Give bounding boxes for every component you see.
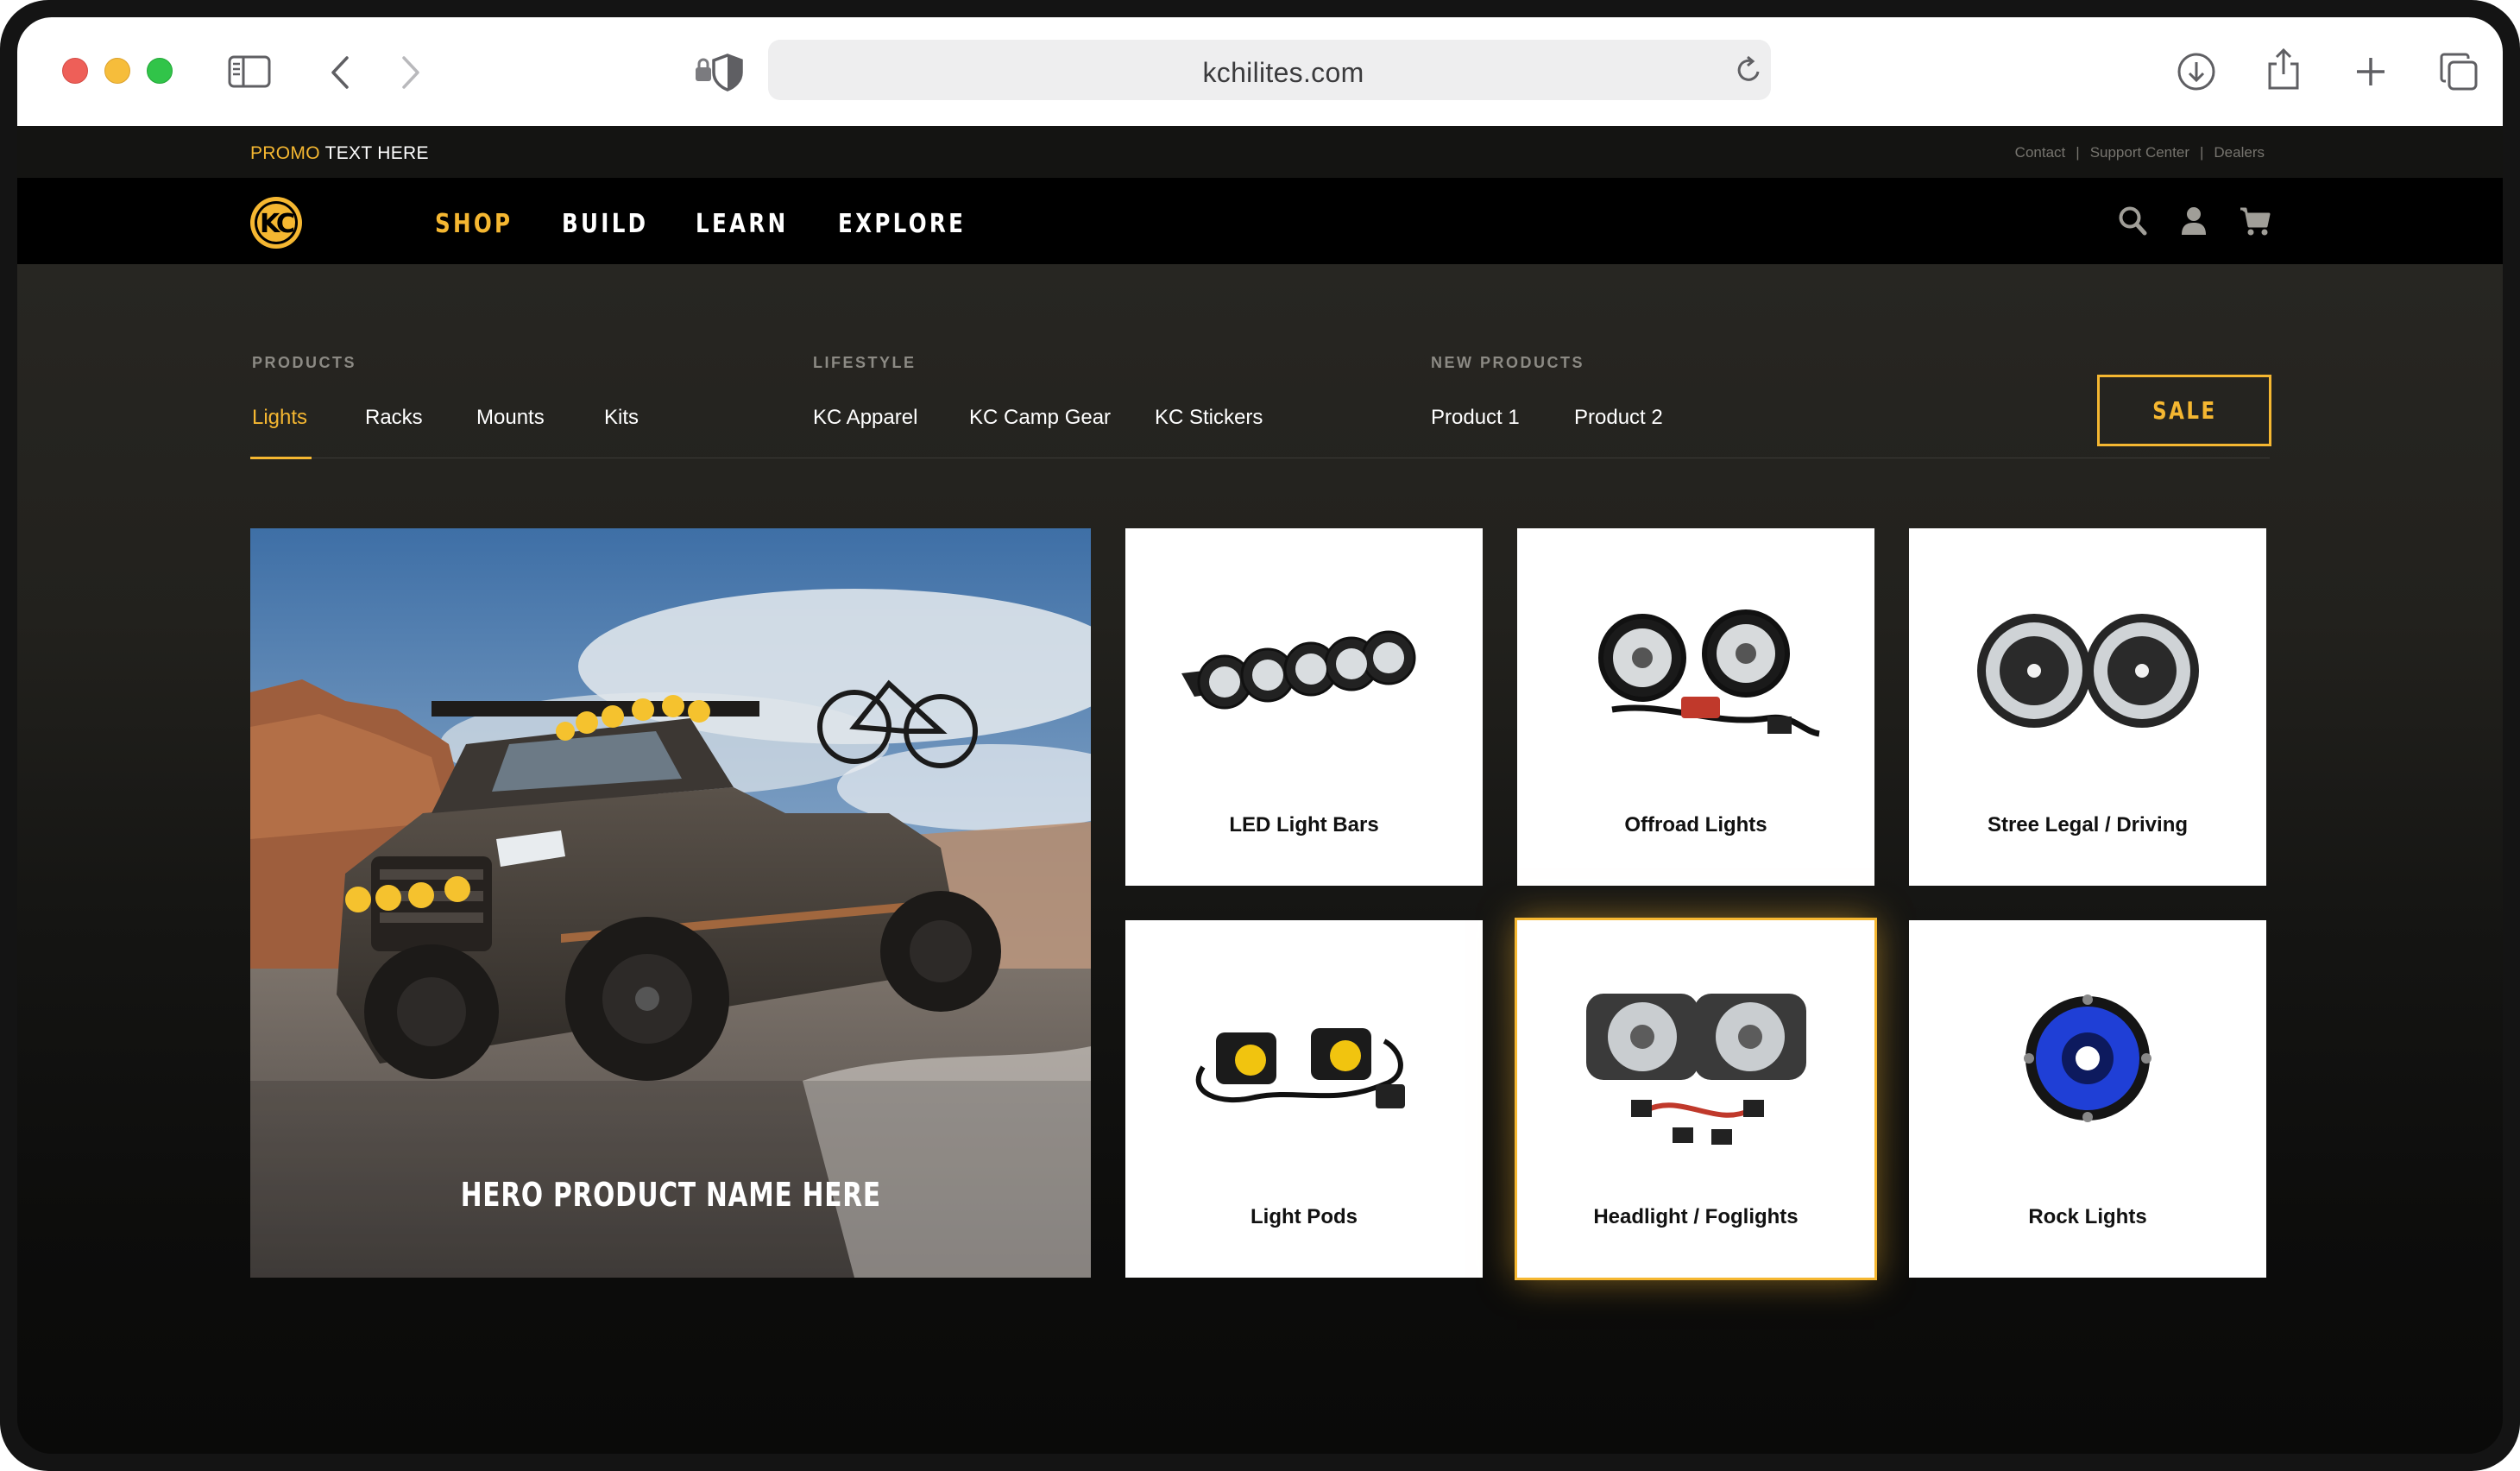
url-text: kchilites.com — [1202, 57, 1364, 88]
nav-build[interactable]: BUILD — [562, 209, 648, 239]
browser-toolbar: kchilites.com — [17, 17, 2503, 126]
main-navigation: KC SHOP BUILD LEARN EXPLORE — [17, 178, 2503, 264]
menu-link-kc-stickers[interactable]: KC Stickers — [1155, 406, 1263, 430]
category-label: Stree Legal / Driving — [1987, 813, 2189, 837]
rock-light-icon — [2024, 994, 2151, 1122]
nav-explore[interactable]: EXPLORE — [838, 209, 966, 239]
kc-logo[interactable]: KC — [249, 195, 304, 255]
driving-lights-icon — [1977, 614, 2199, 728]
menu-link-product-1[interactable]: Product 1 — [1431, 406, 1520, 430]
hero-truck-image — [250, 528, 1091, 1278]
promo-bar: PROMO TEXT HERE Contact | Support Center | D… — [17, 126, 2503, 178]
active-link-underline — [250, 457, 312, 459]
menu-link-lights[interactable]: Lights — [252, 406, 307, 430]
menu-link-kc-camp-gear[interactable]: KC Camp Gear — [969, 406, 1111, 430]
tab-overview-icon[interactable] — [2439, 52, 2479, 92]
back-icon[interactable] — [330, 55, 350, 90]
address-bar[interactable]: kchilites.com — [768, 40, 1771, 100]
category-card-rock-lights[interactable]: Rock Lights — [1909, 920, 2266, 1278]
reload-icon[interactable] — [1735, 55, 1762, 85]
browser-viewport: kchilites.com PROMO TEXT HERE Contact | Su… — [17, 17, 2503, 1454]
sale-button[interactable]: SALE — [2097, 375, 2271, 446]
offroad-lights-icon — [1598, 609, 1820, 737]
forward-icon[interactable] — [400, 55, 421, 90]
utility-links: Contact | Support Center | Dealers — [2014, 144, 2265, 161]
menu-link-mounts[interactable]: Mounts — [476, 406, 545, 430]
close-window-button[interactable] — [62, 58, 88, 84]
light-pods-icon — [1195, 1028, 1405, 1108]
utility-link-support-center[interactable]: Support Center — [2090, 144, 2189, 161]
minimize-window-button[interactable] — [104, 58, 130, 84]
lifestyle-heading: LIFESTYLE — [813, 354, 917, 371]
search-icon[interactable] — [2118, 205, 2147, 241]
new-tab-icon[interactable] — [2354, 55, 2387, 88]
products-heading: PRODUCTS — [252, 354, 357, 371]
share-icon[interactable] — [2266, 47, 2301, 92]
zoom-window-button[interactable] — [147, 58, 173, 84]
utility-link-contact[interactable]: Contact — [2015, 144, 2066, 161]
menu-link-racks[interactable]: Racks — [365, 406, 423, 430]
category-label: Headlight / Foglights — [1593, 1205, 1799, 1228]
browser-window: kchilites.com PROMO TEXT HERE Contact | Su… — [0, 0, 2520, 1471]
menu-link-kc-apparel[interactable]: KC Apparel — [813, 406, 917, 430]
category-card-led-light-bars[interactable]: LED Light Bars — [1125, 528, 1483, 886]
nav-shop[interactable]: SHOP — [435, 209, 513, 239]
hero-product-card[interactable]: HERO PRODUCT NAME HERE — [250, 528, 1091, 1278]
menu-link-kits[interactable]: Kits — [604, 406, 639, 430]
svg-text:KC: KC — [260, 209, 294, 239]
nav-learn[interactable]: LEARN — [696, 209, 788, 239]
utility-link-dealers[interactable]: Dealers — [2214, 144, 2265, 161]
downloads-icon[interactable] — [2177, 52, 2216, 92]
privacy-shield-icon[interactable] — [711, 54, 744, 92]
menu-link-product-2[interactable]: Product 2 — [1574, 406, 1663, 430]
lock-icon — [694, 57, 713, 87]
category-card-headlight-foglights[interactable]: Headlight / Foglights — [1515, 918, 1877, 1280]
shop-mega-menu: PRODUCTS Lights Racks Mounts Kits LIFEST… — [17, 264, 2503, 1454]
cart-icon[interactable] — [2239, 205, 2271, 241]
account-icon[interactable] — [2180, 205, 2208, 241]
headlights-icon — [1586, 994, 1806, 1145]
category-label: Offroad Lights — [1624, 813, 1767, 837]
category-card-street-legal-driving[interactable]: Stree Legal / Driving — [1909, 528, 2266, 886]
category-card-offroad-lights[interactable]: Offroad Lights — [1517, 528, 1874, 886]
category-label: Light Pods — [1251, 1205, 1358, 1228]
category-card-light-pods[interactable]: Light Pods — [1125, 920, 1483, 1278]
new-products-heading: NEW PRODUCTS — [1431, 354, 1584, 371]
category-label: LED Light Bars — [1229, 813, 1379, 837]
light-bar-icon — [1181, 630, 1416, 710]
hero-product-name: HERO PRODUCT NAME HERE — [460, 1176, 881, 1214]
promo-text: PROMO TEXT HERE — [250, 143, 429, 163]
category-label: Rock Lights — [2028, 1205, 2147, 1228]
sidebar-toggle-icon[interactable] — [228, 55, 271, 88]
